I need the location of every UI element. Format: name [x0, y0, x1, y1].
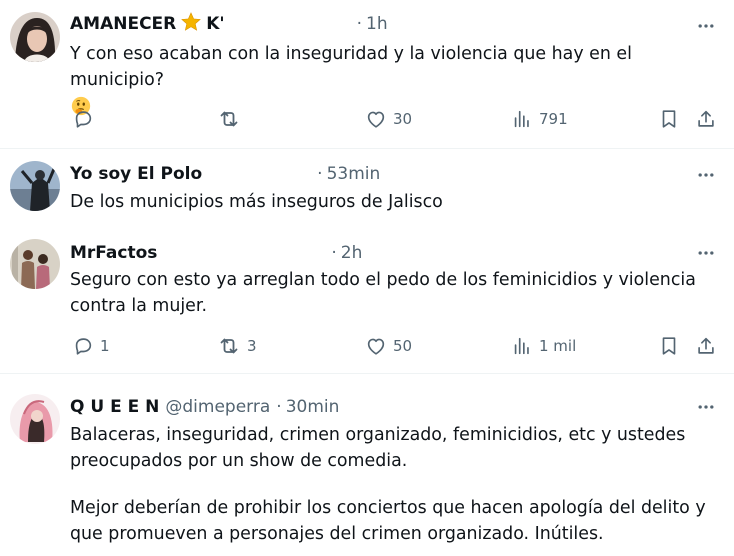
views-icon	[514, 110, 529, 128]
tweet-text-line: Mejor deberían de prohibir los concierto…	[70, 498, 706, 518]
tweet-header: MrFactos · 2h	[70, 241, 362, 265]
views-icon	[514, 337, 529, 355]
avatar[interactable]	[10, 12, 60, 62]
display-name[interactable]: MrFactos	[70, 243, 157, 263]
tweet-text-line: contra la mujer.	[70, 296, 207, 316]
more-icon[interactable]	[696, 165, 716, 185]
tweet-text-line: De los municipios más inseguros de Jalis…	[70, 192, 443, 212]
reply-button[interactable]	[72, 105, 94, 133]
views-button[interactable]: 791	[511, 105, 568, 133]
avatar[interactable]	[10, 394, 60, 444]
tweet-text-line: que promueven a personajes del crimen or…	[70, 524, 604, 544]
bookmark-icon	[662, 337, 676, 355]
retweet-button[interactable]: 3	[217, 332, 257, 360]
tweet-yo-soy-el-polo[interactable]: Yo soy El Polo · 53min De los municipios…	[0, 149, 734, 229]
display-name[interactable]: Q U E E N	[70, 397, 159, 417]
retweet-icon	[220, 338, 238, 354]
tweet-amanecer[interactable]: AMANECER K' · 1h Y con eso acaban con la…	[0, 0, 734, 150]
like-button[interactable]: 50	[365, 332, 412, 360]
like-count: 50	[393, 337, 413, 355]
display-name-suffix[interactable]: K'	[206, 14, 224, 34]
bookmark-button[interactable]	[658, 105, 680, 133]
tweet-text: De los municipios más inseguros de Jalis…	[70, 189, 720, 215]
star-icon	[180, 11, 202, 38]
tweet-text-line: Y con eso acaban con la inseguridad y la…	[70, 44, 632, 90]
more-icon[interactable]	[696, 16, 716, 36]
timestamp[interactable]: 2h	[341, 243, 363, 263]
tweet-text: Seguro con esto ya arreglan todo el pedo…	[70, 267, 720, 319]
tweet-queen[interactable]: Q U E E N @dimeperra · 30min Balaceras, …	[0, 374, 734, 556]
more-icon[interactable]	[696, 397, 716, 417]
view-count: 791	[539, 110, 568, 128]
reply-icon	[75, 338, 92, 355]
tweet-actions: 1 3 50 1 mil	[0, 332, 734, 360]
avatar[interactable]	[10, 161, 60, 211]
reply-count: 1	[100, 337, 110, 355]
bookmark-button[interactable]	[658, 332, 680, 360]
share-icon	[698, 337, 714, 354]
tweet-header: Q U E E N @dimeperra · 30min	[70, 395, 339, 419]
bookmark-icon	[662, 110, 676, 128]
handle[interactable]: @dimeperra	[165, 397, 270, 417]
separator-dot: ·	[317, 164, 323, 184]
tweet-text-line: Seguro con esto ya arreglan todo el pedo…	[70, 270, 696, 290]
tweet-header: AMANECER K' · 1h	[70, 11, 388, 38]
tweet-header: Yo soy El Polo · 53min	[70, 162, 380, 186]
retweet-count: 3	[247, 337, 257, 355]
share-icon	[698, 110, 714, 127]
view-count: 1 mil	[539, 337, 577, 355]
like-count: 30	[393, 110, 413, 128]
timestamp[interactable]: 1h	[366, 14, 388, 34]
timestamp[interactable]: 53min	[327, 164, 381, 184]
separator-dot: ·	[276, 397, 282, 417]
reply-button[interactable]: 1	[72, 332, 110, 360]
display-name[interactable]: AMANECER	[70, 14, 176, 34]
more-icon[interactable]	[696, 243, 716, 263]
like-button[interactable]: 30	[365, 105, 412, 133]
separator-dot: ·	[331, 243, 337, 263]
tweet-mrfactos[interactable]: MrFactos · 2h Seguro con esto ya arregla…	[0, 229, 734, 374]
tweet-text: Balaceras, inseguridad, crimen organizad…	[70, 422, 720, 547]
tweet-text-line: Balaceras, inseguridad, crimen organizad…	[70, 425, 686, 445]
retweet-button[interactable]	[217, 105, 241, 133]
separator-dot: ·	[356, 14, 363, 34]
display-name[interactable]: Yo soy El Polo	[70, 164, 202, 184]
avatar[interactable]	[10, 239, 60, 289]
tweet-text-line: preocupados por un show de comedia.	[70, 451, 408, 471]
like-icon	[367, 338, 385, 355]
share-button[interactable]	[695, 332, 717, 360]
tweet-actions: 30 791	[0, 105, 734, 133]
timestamp[interactable]: 30min	[286, 397, 340, 417]
retweet-icon	[220, 111, 238, 127]
like-icon	[367, 111, 385, 128]
reply-icon	[75, 111, 92, 128]
views-button[interactable]: 1 mil	[511, 332, 576, 360]
share-button[interactable]	[695, 105, 717, 133]
